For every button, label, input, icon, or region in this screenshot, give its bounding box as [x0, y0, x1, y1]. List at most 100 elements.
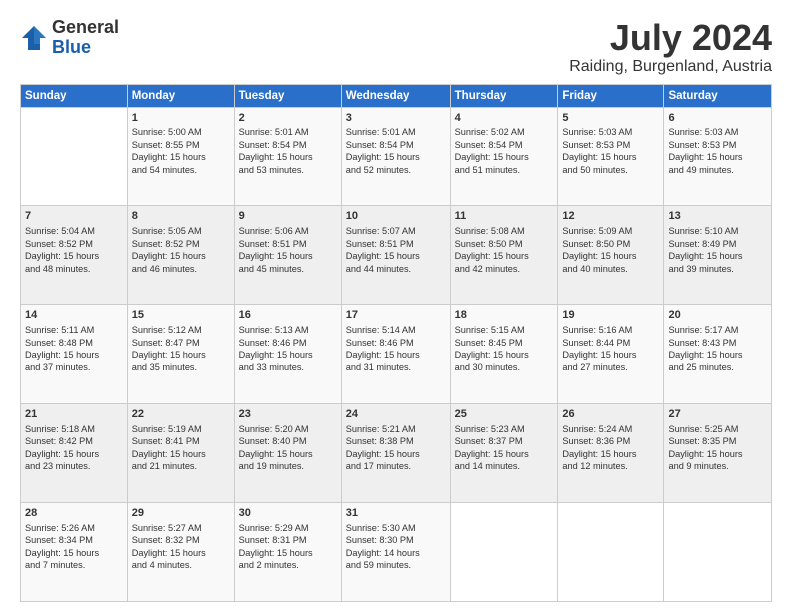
day-info: and 50 minutes. [562, 165, 627, 175]
day-number: 18 [455, 308, 554, 323]
calendar-day-16: 16Sunrise: 5:13 AMSunset: 8:46 PMDayligh… [234, 305, 341, 404]
logo-text: General Blue [52, 18, 119, 58]
day-info: and 25 minutes. [668, 362, 733, 372]
logo-general: General [52, 18, 119, 38]
day-info: and 37 minutes. [25, 362, 90, 372]
day-number: 13 [668, 209, 767, 224]
day-info: Sunrise: 5:15 AM [455, 325, 525, 335]
logo: General Blue [20, 18, 119, 58]
day-info: Sunrise: 5:19 AM [132, 424, 202, 434]
day-info: Sunset: 8:30 PM [346, 535, 414, 545]
day-info: Daylight: 15 hours [562, 350, 636, 360]
day-info: Sunset: 8:31 PM [239, 535, 307, 545]
calendar-day-27: 27Sunrise: 5:25 AMSunset: 8:35 PMDayligh… [664, 404, 772, 503]
day-number: 11 [455, 209, 554, 224]
day-info: Sunrise: 5:00 AM [132, 127, 202, 137]
day-info: Sunset: 8:48 PM [25, 338, 93, 348]
calendar-day-7: 7Sunrise: 5:04 AMSunset: 8:52 PMDaylight… [21, 206, 128, 305]
day-info: Sunset: 8:49 PM [668, 239, 736, 249]
day-info: Sunset: 8:40 PM [239, 436, 307, 446]
day-info: Daylight: 15 hours [668, 350, 742, 360]
day-number: 17 [346, 308, 446, 323]
day-number: 8 [132, 209, 230, 224]
logo-icon [20, 24, 48, 52]
month-year: July 2024 [569, 18, 772, 58]
calendar-day-6: 6Sunrise: 5:03 AMSunset: 8:53 PMDaylight… [664, 107, 772, 206]
day-info: Sunrise: 5:12 AM [132, 325, 202, 335]
calendar-day-20: 20Sunrise: 5:17 AMSunset: 8:43 PMDayligh… [664, 305, 772, 404]
day-info: Daylight: 15 hours [455, 449, 529, 459]
day-info: Daylight: 15 hours [132, 251, 206, 261]
day-info: Sunrise: 5:08 AM [455, 226, 525, 236]
day-info: and 48 minutes. [25, 264, 90, 274]
day-number: 28 [25, 506, 123, 521]
day-info: Daylight: 14 hours [346, 548, 420, 558]
calendar-day-25: 25Sunrise: 5:23 AMSunset: 8:37 PMDayligh… [450, 404, 558, 503]
logo-blue: Blue [52, 38, 119, 58]
day-info: and 2 minutes. [239, 560, 299, 570]
calendar-week-row: 7Sunrise: 5:04 AMSunset: 8:52 PMDaylight… [21, 206, 772, 305]
calendar-day-29: 29Sunrise: 5:27 AMSunset: 8:32 PMDayligh… [127, 503, 234, 602]
calendar-week-row: 14Sunrise: 5:11 AMSunset: 8:48 PMDayligh… [21, 305, 772, 404]
day-info: and 53 minutes. [239, 165, 304, 175]
calendar-day-4: 4Sunrise: 5:02 AMSunset: 8:54 PMDaylight… [450, 107, 558, 206]
day-info: Daylight: 15 hours [25, 548, 99, 558]
day-number: 22 [132, 407, 230, 422]
day-info: Daylight: 15 hours [239, 152, 313, 162]
day-number: 6 [668, 111, 767, 126]
day-info: Daylight: 15 hours [455, 152, 529, 162]
day-info: Sunrise: 5:16 AM [562, 325, 632, 335]
day-info: Sunrise: 5:01 AM [346, 127, 416, 137]
calendar-day-24: 24Sunrise: 5:21 AMSunset: 8:38 PMDayligh… [341, 404, 450, 503]
day-info: and 39 minutes. [668, 264, 733, 274]
day-info: Sunset: 8:37 PM [455, 436, 523, 446]
day-info: Daylight: 15 hours [346, 251, 420, 261]
day-number: 31 [346, 506, 446, 521]
day-info: Daylight: 15 hours [25, 251, 99, 261]
day-info: Daylight: 15 hours [239, 548, 313, 558]
day-info: Sunrise: 5:11 AM [25, 325, 94, 335]
day-info: and 4 minutes. [132, 560, 192, 570]
day-info: and 14 minutes. [455, 461, 520, 471]
day-number: 25 [455, 407, 554, 422]
day-info: and 19 minutes. [239, 461, 304, 471]
calendar-empty [664, 503, 772, 602]
calendar-empty [558, 503, 664, 602]
day-info: and 49 minutes. [668, 165, 733, 175]
day-number: 7 [25, 209, 123, 224]
day-number: 21 [25, 407, 123, 422]
calendar-day-11: 11Sunrise: 5:08 AMSunset: 8:50 PMDayligh… [450, 206, 558, 305]
day-info: Daylight: 15 hours [455, 350, 529, 360]
day-info: Sunset: 8:42 PM [25, 436, 93, 446]
day-header-friday: Friday [558, 84, 664, 107]
day-info: Daylight: 15 hours [346, 449, 420, 459]
day-info: and 7 minutes. [25, 560, 85, 570]
calendar-header-row: SundayMondayTuesdayWednesdayThursdayFrid… [21, 84, 772, 107]
calendar-week-row: 1Sunrise: 5:00 AMSunset: 8:55 PMDaylight… [21, 107, 772, 206]
day-number: 27 [668, 407, 767, 422]
day-info: Sunset: 8:54 PM [455, 140, 523, 150]
day-info: Sunrise: 5:02 AM [455, 127, 525, 137]
day-info: Sunrise: 5:13 AM [239, 325, 309, 335]
calendar-day-22: 22Sunrise: 5:19 AMSunset: 8:41 PMDayligh… [127, 404, 234, 503]
day-info: Sunrise: 5:17 AM [668, 325, 738, 335]
day-number: 19 [562, 308, 659, 323]
day-info: Sunset: 8:38 PM [346, 436, 414, 446]
calendar-empty [21, 107, 128, 206]
calendar-day-10: 10Sunrise: 5:07 AMSunset: 8:51 PMDayligh… [341, 206, 450, 305]
day-info: Sunset: 8:47 PM [132, 338, 200, 348]
day-info: Sunset: 8:44 PM [562, 338, 630, 348]
day-number: 23 [239, 407, 337, 422]
day-number: 30 [239, 506, 337, 521]
day-info: Sunset: 8:54 PM [346, 140, 414, 150]
day-info: Daylight: 15 hours [562, 251, 636, 261]
calendar-day-14: 14Sunrise: 5:11 AMSunset: 8:48 PMDayligh… [21, 305, 128, 404]
day-info: Daylight: 15 hours [25, 449, 99, 459]
day-info: Sunset: 8:54 PM [239, 140, 307, 150]
day-info: and 46 minutes. [132, 264, 197, 274]
day-header-sunday: Sunday [21, 84, 128, 107]
location: Raiding, Burgenland, Austria [569, 58, 772, 76]
day-info: and 33 minutes. [239, 362, 304, 372]
day-info: Sunrise: 5:03 AM [562, 127, 632, 137]
calendar-day-3: 3Sunrise: 5:01 AMSunset: 8:54 PMDaylight… [341, 107, 450, 206]
